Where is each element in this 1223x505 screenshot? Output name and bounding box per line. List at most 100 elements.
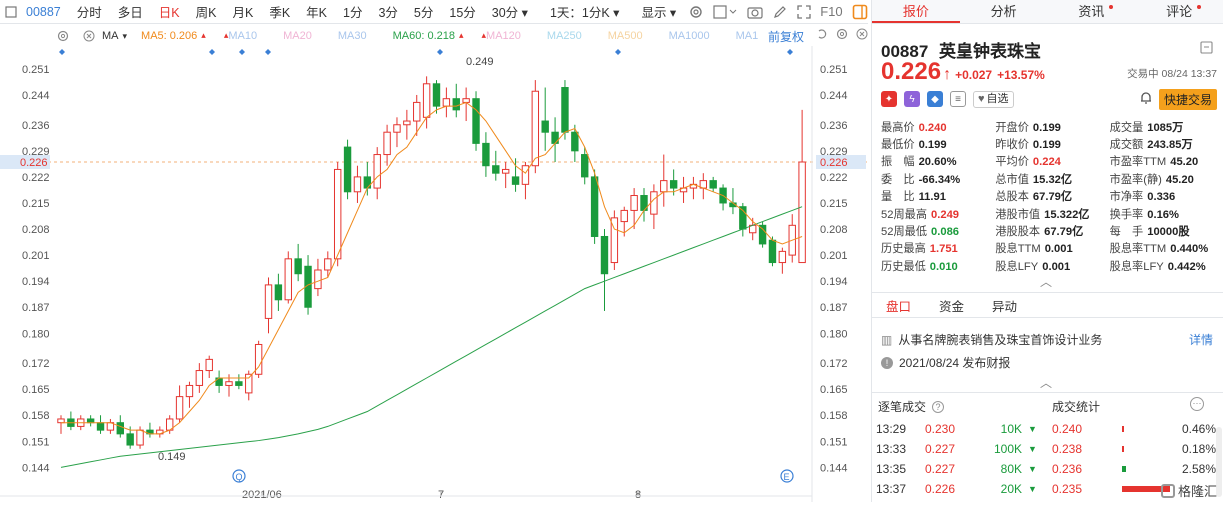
- doc-icon[interactable]: ≡: [950, 91, 966, 107]
- candle[interactable]: [788, 214, 796, 263]
- layout-icon[interactable]: [5, 4, 17, 20]
- collapse-chevron-icon[interactable]: ︿: [1040, 273, 1052, 290]
- period-weekly-k[interactable]: 周K: [188, 2, 225, 21]
- close-indicator-icon[interactable]: [81, 28, 97, 44]
- subtab-anomaly[interactable]: 异动: [978, 296, 1031, 315]
- event-marker[interactable]: [437, 49, 443, 55]
- candle[interactable]: [235, 374, 243, 390]
- event-marker[interactable]: [239, 49, 245, 55]
- ma-dropdown-chevron-icon[interactable]: ▾: [123, 31, 128, 42]
- candle[interactable]: [96, 415, 105, 434]
- candle[interactable]: [264, 277, 273, 334]
- candle[interactable]: [610, 210, 619, 270]
- settings-gear-icon[interactable]: [689, 4, 703, 20]
- candle[interactable]: [640, 188, 648, 222]
- range-dropdown[interactable]: 1天：1分K ▾: [542, 2, 628, 21]
- event-marker[interactable]: [615, 49, 621, 55]
- candle[interactable]: [205, 355, 213, 378]
- candle[interactable]: [699, 173, 708, 200]
- candle[interactable]: [363, 162, 372, 196]
- candle[interactable]: [551, 117, 559, 162]
- candle[interactable]: [482, 132, 490, 177]
- candle[interactable]: [630, 188, 638, 230]
- candle[interactable]: [561, 80, 569, 140]
- candle[interactable]: [185, 381, 194, 408]
- period-1min[interactable]: 1分: [335, 2, 370, 21]
- ma-legend-item[interactable]: MA10: [228, 30, 257, 42]
- period-yearly-k[interactable]: 年K: [298, 2, 335, 21]
- candle[interactable]: [156, 426, 164, 438]
- more-icon[interactable]: ···: [1190, 397, 1204, 411]
- ma-indicator-label[interactable]: MA: [102, 30, 119, 42]
- candle[interactable]: [57, 415, 65, 434]
- ma-legend-item[interactable]: MA1: [736, 30, 759, 42]
- candle[interactable]: [86, 415, 95, 427]
- candle[interactable]: [472, 91, 480, 151]
- candle[interactable]: [175, 385, 184, 423]
- candle[interactable]: [353, 165, 362, 203]
- candle[interactable]: [758, 221, 767, 248]
- candle[interactable]: [511, 158, 520, 192]
- candle[interactable]: [215, 370, 223, 393]
- candle[interactable]: [284, 251, 292, 304]
- display-dropdown[interactable]: 显示 ▾: [633, 2, 684, 21]
- subtab-capital[interactable]: 资金: [925, 296, 978, 315]
- tab-quote[interactable]: 报价: [872, 0, 960, 23]
- help-icon[interactable]: ?: [932, 400, 945, 413]
- ma-legend-item[interactable]: MA250: [547, 30, 582, 42]
- draw-pen-icon[interactable]: [773, 4, 787, 20]
- candle[interactable]: [413, 94, 421, 136]
- period-quarterly-k[interactable]: 季K: [261, 2, 298, 21]
- candle[interactable]: [106, 418, 115, 434]
- add-favorite-button[interactable]: ♥ 自选: [973, 90, 1014, 108]
- candle[interactable]: [600, 229, 609, 311]
- ma-legend-item[interactable]: MA30: [338, 30, 367, 42]
- detail-link[interactable]: 详情: [1189, 331, 1213, 348]
- candle[interactable]: [501, 162, 510, 189]
- period-15min[interactable]: 15分: [441, 2, 483, 21]
- candle[interactable]: [650, 184, 658, 230]
- candle[interactable]: [492, 150, 500, 181]
- candle[interactable]: [314, 258, 322, 297]
- period-5min[interactable]: 5分: [406, 2, 441, 21]
- ma-legend-item[interactable]: MA120: [486, 30, 521, 42]
- subtab-orderbook[interactable]: 盘口: [872, 296, 925, 315]
- event-marker[interactable]: [59, 49, 65, 55]
- candle[interactable]: [452, 83, 460, 118]
- period-3min[interactable]: 3分: [370, 2, 405, 21]
- fullscreen-icon[interactable]: [797, 4, 811, 20]
- share-icon[interactable]: [1200, 41, 1213, 57]
- candle[interactable]: [739, 202, 747, 237]
- indicator-settings-icon[interactable]: [55, 28, 71, 44]
- period-intraday[interactable]: 分时: [69, 2, 110, 21]
- camera-icon[interactable]: [747, 4, 763, 20]
- ma-legend-item[interactable]: MA60: 0.218: [393, 30, 455, 42]
- candle[interactable]: [343, 139, 352, 200]
- candle[interactable]: [393, 117, 401, 148]
- candle[interactable]: [146, 422, 154, 438]
- f10-button[interactable]: F10: [816, 4, 846, 19]
- candle[interactable]: [571, 124, 579, 162]
- period-monthly-k[interactable]: 月K: [224, 2, 261, 21]
- candle[interactable]: [383, 124, 391, 166]
- candle[interactable]: [679, 176, 688, 203]
- undo-icon[interactable]: [816, 28, 828, 43]
- candle[interactable]: [531, 80, 540, 174]
- candle[interactable]: [442, 87, 451, 118]
- event-marker[interactable]: [209, 49, 215, 55]
- period-multiday[interactable]: 多日: [110, 2, 151, 21]
- panel-toggle-icon[interactable]: [852, 4, 868, 20]
- ma-legend-item[interactable]: MA5: 0.206: [141, 30, 197, 42]
- close-chart-icon[interactable]: [856, 28, 868, 43]
- candle[interactable]: [778, 247, 787, 274]
- fast-trade-button[interactable]: 快捷交易: [1158, 89, 1217, 110]
- period-30min-dropdown[interactable]: 30分 ▾: [484, 2, 536, 21]
- tab-comments[interactable]: 评论: [1135, 0, 1223, 23]
- candle[interactable]: [709, 176, 717, 192]
- kline-chart-svg[interactable]: 0.251 0.2510.244 0.2440.236 0.2360.229 0.229…: [0, 46, 868, 502]
- candle[interactable]: [541, 87, 549, 151]
- candle[interactable]: [67, 411, 75, 431]
- ma-legend-item[interactable]: MA20: [283, 30, 312, 42]
- ma-legend-item[interactable]: MA1000: [669, 30, 710, 42]
- ma-legend-item[interactable]: MA500: [608, 30, 643, 42]
